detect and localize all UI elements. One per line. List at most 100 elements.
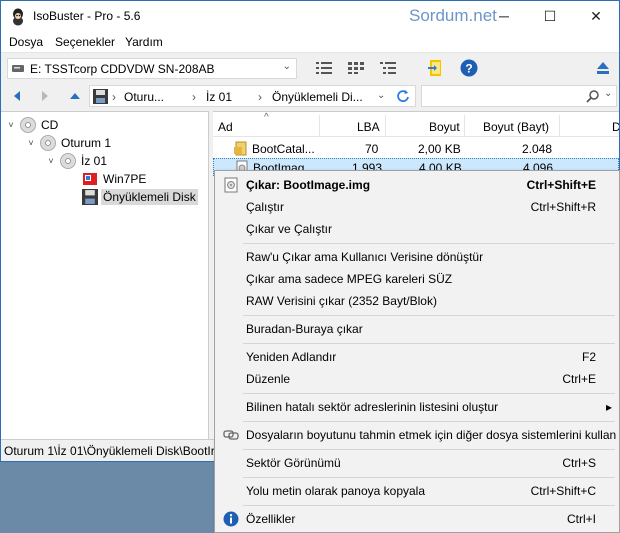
svg-text:?: ? [465,62,472,76]
help-icon: ? [460,59,478,77]
column-header-bytes[interactable]: Boyut (Bayt) [483,120,549,134]
tree-node-session[interactable]: ˅ Oturum 1 [25,134,113,152]
menu-item-extract-and-run[interactable]: Çıkar ve Çalıştır [218,218,618,240]
arrow-left-icon [14,91,20,101]
list-view-icon [316,62,332,74]
catalog-file-icon [234,141,247,156]
back-button[interactable] [7,86,27,106]
menu-item-extract-range[interactable]: Buradan-Buraya çıkar [218,318,618,340]
status-path: Oturum 1\İz 01\Önyüklemeli Disk\BootIr [4,444,215,458]
cell-lba: 70 [365,142,379,156]
eject-icon [597,62,609,74]
menu-dosya[interactable]: Dosya [9,35,43,49]
cell-name: BootCatal... [252,142,315,156]
cell-bytes: 2.048 [522,142,553,156]
column-header-lba[interactable]: LBA [357,120,380,134]
drive-select[interactable]: E: TSSTcorp CDDVDW SN-208AB ⌄ [7,58,297,79]
menu-item-extract[interactable]: Çıkar: BootImage.img Ctrl+Shift+E [218,174,618,196]
list-view-button[interactable] [314,58,334,78]
disc-icon [20,117,36,133]
minimize-button[interactable]: ─ [481,1,527,31]
tree-view: ˅ CD ˅ Oturum 1 ˅ İz 01 Win7PE Önyükleme… [1,111,208,439]
menu-item-extract-raw[interactable]: RAW Verisini çıkar (2352 Bayt/Blok) [218,290,618,312]
breadcrumb-track[interactable]: İz 01 [206,90,232,104]
forward-button[interactable] [35,86,55,106]
menu-item-extract-mpeg[interactable]: Çıkar ama sadece MPEG kareleri SÜZ [218,268,618,290]
up-button[interactable] [65,86,85,106]
iso-folder-icon [83,173,97,185]
cell-size: 2,00 KB [418,142,461,156]
menu-item-properties[interactable]: Özellikler Ctrl+I [218,508,618,530]
breadcrumb-separator: › [112,90,116,104]
tree-node-boot-disk[interactable]: Önyüklemeli Disk [79,188,198,206]
table-row[interactable]: BootCatal... 70 2,00 KB 2.048 [213,140,619,158]
column-header-name[interactable]: Ad [218,120,233,134]
link-icon [223,427,239,443]
tree-node-win7pe[interactable]: Win7PE [79,170,148,188]
path-breadcrumb[interactable]: › Oturu... › İz 01 › Önyüklemeli Di... ⌄ [89,85,416,107]
eject-button[interactable] [593,58,613,78]
drive-label: E: TSSTcorp CDDVDW SN-208AB [30,62,215,76]
menu-item-copy-path[interactable]: Yolu metin olarak panoya kopyala Ctrl+Sh… [218,480,618,502]
arrow-right-icon [42,91,48,101]
details-view-button[interactable] [346,58,366,78]
search-input[interactable]: ⌄ [421,85,617,107]
breadcrumb-session[interactable]: Oturu... [124,90,164,104]
menu-item-estimate-size[interactable]: Dosyaların boyutunu tahmin etmek için di… [218,424,618,446]
column-header-d[interactable]: D [612,120,619,134]
tree-view-icon [380,62,396,74]
navigation-toolbar: › Oturu... › İz 01 › Önyüklemeli Di... ⌄… [1,83,619,109]
list-header: Ad ^ LBA Boyut Boyut (Bayt) D [213,112,619,137]
tree-label: Önyüklemeli Disk [101,189,198,205]
help-button[interactable]: ? [459,58,479,78]
menu-bar: Dosya Seçenekler Yardım [1,31,619,53]
status-bar: Oturum 1\İz 01\Önyüklemeli Disk\BootIr [1,439,217,461]
breadcrumb-separator: › [258,90,262,104]
tree-node-cd[interactable]: ˅ CD [5,116,60,134]
menu-item-rename[interactable]: Yeniden Adlandır F2 [218,346,618,368]
column-header-size[interactable]: Boyut [429,120,460,134]
tree-label: CD [41,118,59,132]
drive-icon [12,65,24,72]
search-icon [586,90,599,103]
context-menu: Çıkar: BootImage.img Ctrl+Shift+E Çalışt… [214,170,620,533]
title-bar: IsoBuster - Pro - 5.6 Sordum.net ─ ☐ ✕ [1,1,619,31]
open-folder-button[interactable] [425,58,445,78]
sort-up-icon: ^ [264,112,269,123]
submenu-arrow-icon: ▸ [605,400,612,414]
close-button[interactable]: ✕ [573,1,619,31]
collapse-chevron-icon[interactable]: ˅ [45,156,57,166]
details-view-icon [348,62,364,74]
floppy-icon [93,89,108,104]
disc-icon [60,153,76,169]
drive-toolbar: E: TSSTcorp CDDVDW SN-208AB ⌄ ? [1,54,619,82]
collapse-chevron-icon[interactable]: ˅ [5,120,17,130]
menu-secenekler[interactable]: Seçenekler [55,35,115,49]
breadcrumb-boot-disk[interactable]: Önyüklemeli Di... [272,90,363,104]
chevron-down-icon: ⌄ [282,61,291,72]
collapse-chevron-icon[interactable]: ˅ [25,138,37,148]
breadcrumb-separator: › [192,90,196,104]
folder-icon [428,60,441,76]
info-icon [223,511,239,527]
menu-item-bad-sectors-list[interactable]: Bilinen hatalı sektör adreslerinin liste… [218,396,618,418]
chevron-down-icon[interactable]: ⌄ [604,88,612,99]
arrow-up-icon [70,93,80,99]
disc-file-icon [223,177,239,193]
maximize-button[interactable]: ☐ [527,1,573,31]
menu-item-extract-raw-user-data[interactable]: Raw'u Çıkar ama Kullanıcı Verisine dönüş… [218,246,618,268]
menu-item-sector-view[interactable]: Sektör Görünümü Ctrl+S [218,452,618,474]
tree-label: Oturum 1 [61,136,112,150]
floppy-icon [82,189,98,205]
tree-label: İz 01 [81,154,108,168]
menu-item-run[interactable]: Çalıştır Ctrl+Shift+R [218,196,618,218]
isobuster-app-icon [13,8,23,26]
menu-yardim[interactable]: Yardım [125,35,163,49]
window-title: IsoBuster - Pro - 5.6 [33,9,141,23]
chevron-down-icon[interactable]: ⌄ [377,90,385,101]
tree-view-button[interactable] [378,58,398,78]
tree-label: Win7PE [103,172,147,186]
menu-item-edit[interactable]: Düzenle Ctrl+E [218,368,618,390]
refresh-icon[interactable] [396,89,410,103]
tree-node-track[interactable]: ˅ İz 01 [45,152,109,170]
